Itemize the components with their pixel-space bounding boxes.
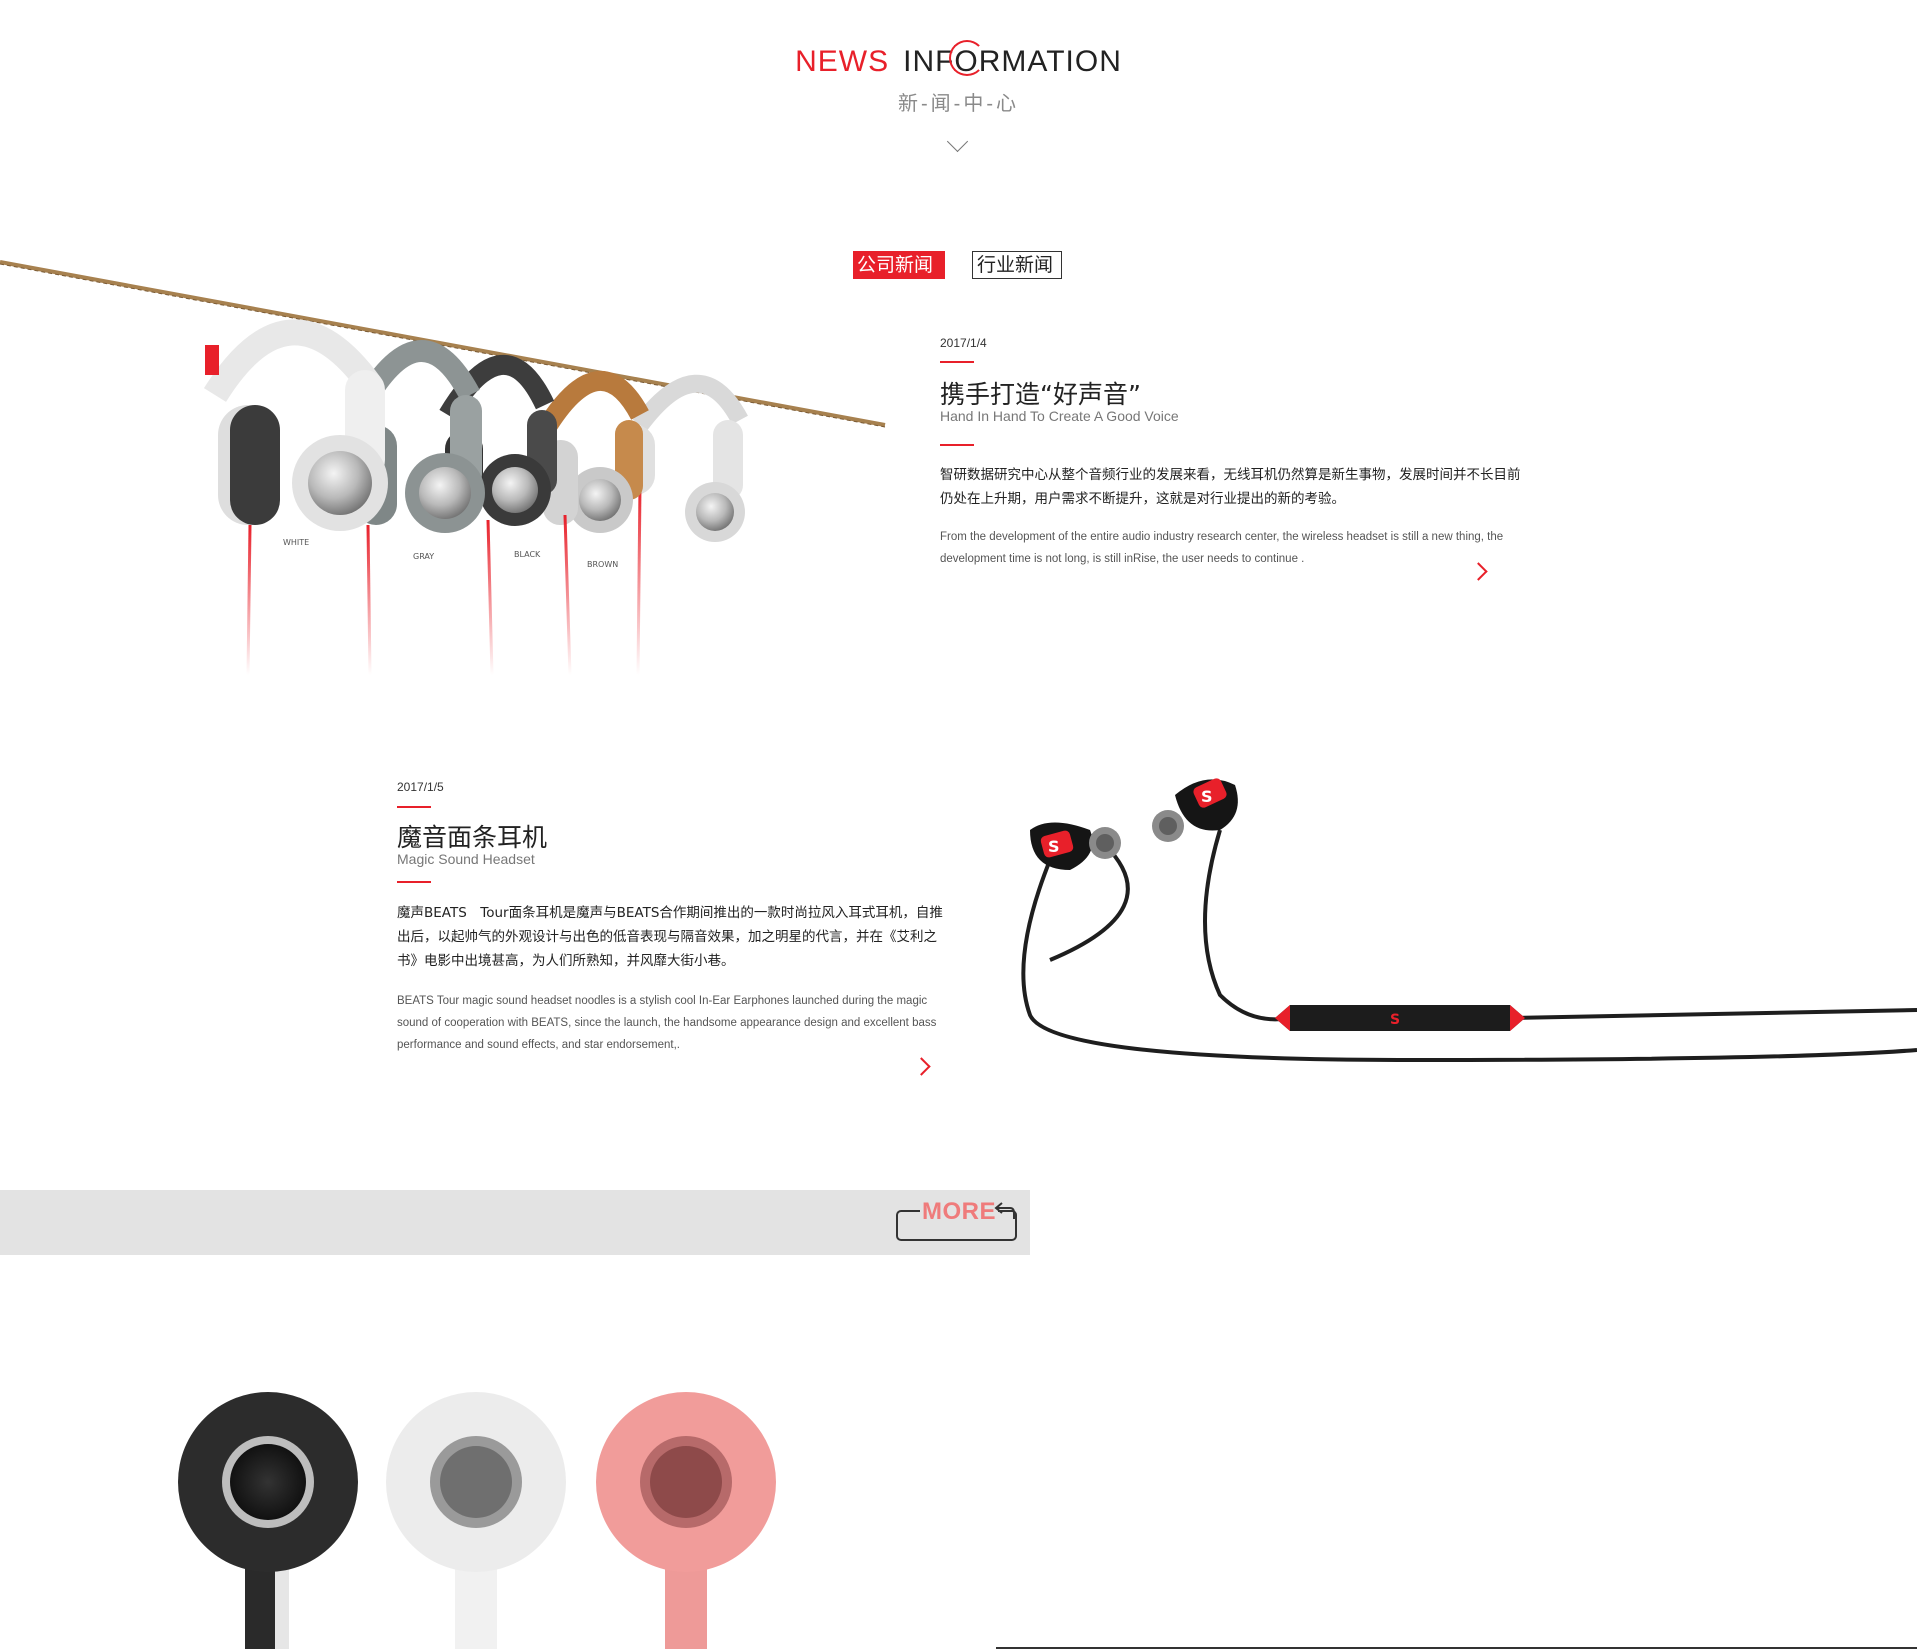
article-title-en: Magic Sound Headset [397,851,535,867]
article-title-en: Hand In Hand To Create A Good Voice [940,408,1179,424]
article-rule-bottom [940,444,974,446]
article-summary-cn: 智研数据研究中心从整个音频行业的发展来看，无线耳机仍然算是新生事物，发展时间并不… [940,467,1521,507]
headphone-label-white: WHITE [283,538,309,547]
svg-text:S: S [1201,787,1213,806]
section-title-news: NEWS [795,45,890,78]
article-rule-top [940,361,974,363]
tab-industry-news[interactable]: 行业新闻 [972,251,1062,279]
svg-text:S: S [1390,1012,1400,1028]
chevron-down-icon [946,130,969,153]
article-summary-cn: 魔声BEATS Tour面条耳机是魔声与BEATS合作期间推出的一款时尚拉风入耳… [397,905,943,969]
tab-company-news[interactable]: 公司新闻 [853,251,945,279]
svg-text:S: S [1048,837,1060,856]
headphone-brown [536,370,649,675]
earbud-colors-image [178,1392,776,1649]
return-arrow-icon[interactable] [994,1199,1016,1225]
article-read-more-arrow[interactable] [912,1057,931,1076]
earbud-right: S [1152,778,1238,842]
earbud-pink [596,1392,776,1649]
earbud-left: S [1030,822,1121,870]
earbud-white [386,1392,566,1649]
more-bar [0,1190,1030,1255]
headphone-white [203,319,388,675]
headphone-label-brown: BROWN [587,560,618,569]
article-title[interactable]: 携手打造“好声音” [940,375,1141,411]
headphone-label-black: BLACK [514,550,541,559]
article-rule-top [397,806,431,808]
more-label[interactable]: MORE [920,1198,998,1226]
article-title[interactable]: 魔音面条耳机 [397,818,547,854]
article-rule-bottom [397,881,431,883]
article-summary-en: From the development of the entire audio… [940,531,1504,565]
headphones-on-rope-image: WHITE GRAY BLACK BROWN [0,260,886,675]
article-date: 2017/1/4 [940,336,987,350]
title-ring-decoration [949,40,985,76]
article-date: 2017/1/5 [397,780,444,794]
in-ear-earphones-image: S S S [1021,778,1917,1063]
headphone-label-gray: GRAY [413,552,434,561]
section-title-information: INFORMATION [903,45,1122,78]
section-subtitle: 新-闻-中-心 [898,93,1019,115]
article-summary-en: BEATS Tour magic sound headset noodles i… [397,995,937,1051]
earbud-black [178,1392,358,1649]
